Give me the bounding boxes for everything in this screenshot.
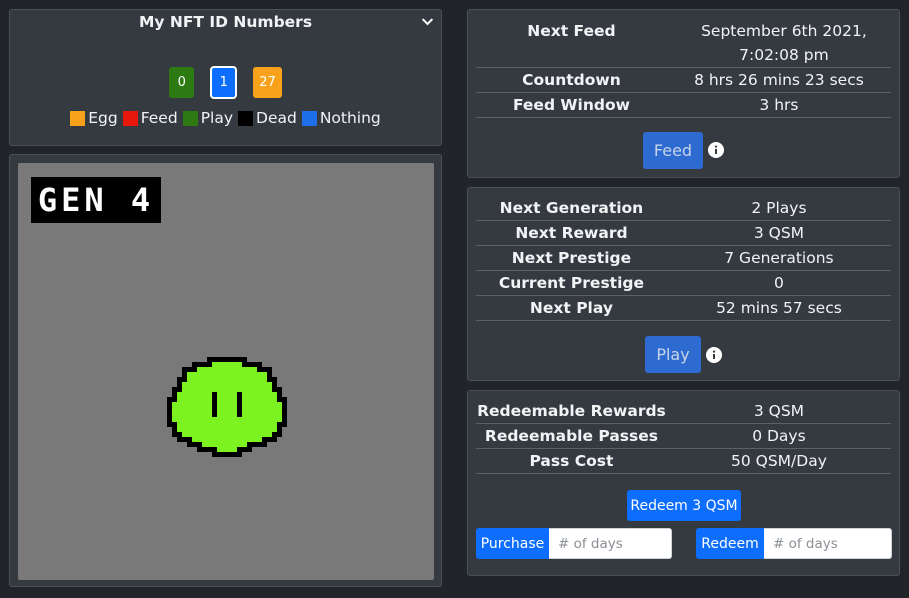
nft-panel-title: My NFT ID Numbers (138, 13, 313, 31)
stat-key: Pass Cost (529, 452, 614, 470)
info-icon[interactable] (708, 142, 724, 158)
purchase-days-input[interactable] (549, 528, 672, 559)
generation-badge: GEN 4 (31, 177, 161, 223)
stat-row-current-prestige: Current Prestige 0 (476, 271, 891, 296)
legend-item-egg: Egg (70, 109, 118, 127)
nft-id-list: 0 1 27 (10, 66, 441, 99)
stat-row-next-feed: Next Feed September 6th 2021, 7:02:08 pm (476, 18, 891, 68)
legend-item-feed: Feed (122, 109, 178, 127)
redeem-days-button[interactable]: Redeem (696, 528, 764, 559)
legend-swatch (70, 110, 86, 126)
redeem-qsm-button[interactable]: Redeem 3 QSM (627, 490, 741, 521)
redeem-pass-group: Redeem (696, 528, 892, 559)
legend-item-nothing: Nothing (301, 109, 381, 127)
legend-swatch (301, 110, 317, 126)
stat-value: 3 hrs (759, 96, 799, 114)
stat-value: 2 Plays (751, 199, 807, 217)
legend-label: Play (200, 109, 234, 127)
stat-row-pass-cost: Pass Cost 50 QSM/Day (476, 449, 891, 474)
stat-row-next-play: Next Play 52 mins 57 secs (476, 296, 891, 321)
play-panel: Next Generation 2 Plays Next Reward 3 QS… (467, 187, 900, 381)
redeem-days-input[interactable] (764, 528, 892, 559)
stat-key: Countdown (522, 71, 621, 89)
stat-row-next-prestige: Next Prestige 7 Generations (476, 246, 891, 271)
stat-row-countdown: Countdown 8 hrs 26 mins 23 secs (476, 68, 891, 93)
legend-swatch (238, 110, 254, 126)
purchase-pass-group: Purchase (476, 528, 672, 559)
stat-key: Next Generation (499, 199, 644, 217)
stat-key: Redeemable Rewards (477, 402, 666, 420)
legend-swatch (182, 110, 198, 126)
stat-key: Feed Window (512, 96, 630, 114)
feed-button[interactable]: Feed (643, 132, 703, 169)
stat-row-next-reward: Next Reward 3 QSM (476, 221, 891, 246)
play-button[interactable]: Play (645, 336, 701, 373)
legend-swatch (122, 110, 138, 126)
stat-row-redeemable-passes: Redeemable Passes 0 Days (476, 424, 891, 449)
feed-stats-table: Next Feed September 6th 2021, 7:02:08 pm… (476, 18, 891, 118)
stat-key: Redeemable Passes (484, 427, 658, 445)
stat-value: 0 (774, 274, 784, 292)
legend-label: Egg (88, 109, 118, 127)
legend-label: Dead (256, 109, 297, 127)
stat-key: Next Reward (515, 224, 628, 242)
nft-id-badge-1[interactable]: 1 (210, 66, 238, 99)
stat-value: 3 QSM (753, 402, 805, 420)
stat-key: Next Play (529, 299, 613, 317)
pet-panel: GEN 4 (9, 154, 442, 587)
redeem-stats-table: Redeemable Rewards 3 QSM Redeemable Pass… (476, 399, 891, 474)
stat-value: 8 hrs 26 mins 23 secs (694, 71, 864, 89)
nft-id-panel: My NFT ID Numbers 0 1 27 Egg Feed Play D… (9, 9, 442, 146)
stat-row-next-generation: Next Generation 2 Plays (476, 196, 891, 221)
chevron-down-icon[interactable] (421, 15, 434, 28)
stat-value: 52 mins 57 secs (716, 299, 842, 317)
purchase-button[interactable]: Purchase (476, 528, 549, 559)
stat-key: Next Prestige (511, 249, 632, 267)
nft-id-badge-0[interactable]: 0 (169, 67, 195, 98)
stat-value: 3 QSM (753, 224, 805, 242)
generation-label: GEN 4 (37, 181, 155, 219)
info-icon[interactable] (706, 347, 722, 363)
stat-value: September 6th 2021, 7:02:08 pm (701, 22, 867, 64)
feed-panel: Next Feed September 6th 2021, 7:02:08 pm… (467, 9, 900, 178)
stat-row-feed-window: Feed Window 3 hrs (476, 93, 891, 118)
play-stats-table: Next Generation 2 Plays Next Reward 3 QS… (476, 196, 891, 321)
legend-item-dead: Dead (238, 109, 297, 127)
stat-value: 50 QSM/Day (730, 452, 827, 470)
redeem-panel: Redeemable Rewards 3 QSM Redeemable Pass… (467, 390, 900, 576)
nft-id-badge-27[interactable]: 27 (253, 67, 282, 98)
legend-label: Feed (140, 109, 178, 127)
legend-label: Nothing (319, 109, 381, 127)
stat-value: 7 Generations (724, 249, 834, 267)
stat-row-redeemable-rewards: Redeemable Rewards 3 QSM (476, 399, 891, 424)
pet-canvas: GEN 4 (18, 163, 434, 580)
stat-value: 0 Days (752, 427, 806, 445)
stat-key: Next Feed (527, 22, 616, 40)
stat-key: Current Prestige (498, 274, 644, 292)
status-legend: Egg Feed Play Dead Nothing (10, 109, 441, 127)
pet-sprite (167, 357, 287, 457)
legend-item-play: Play (182, 109, 234, 127)
